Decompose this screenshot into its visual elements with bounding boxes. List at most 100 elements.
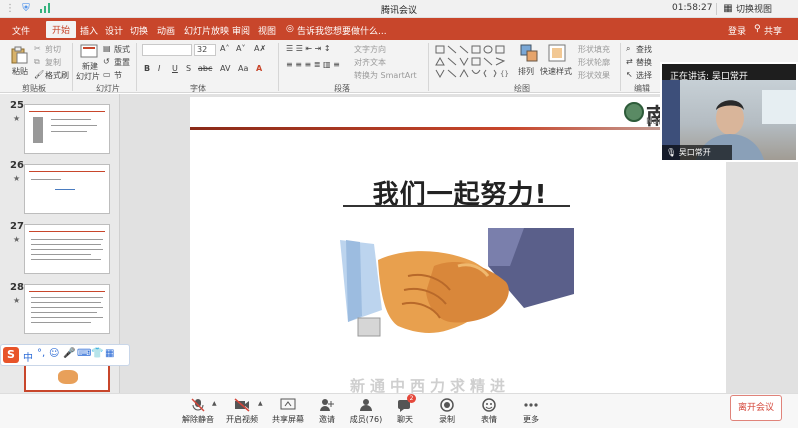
font-size-select[interactable]: 32 — [194, 44, 216, 56]
skin-icon[interactable]: 👕 — [91, 348, 103, 359]
text-direction-button[interactable]: 文字方向 — [354, 44, 386, 55]
underline-button[interactable]: U — [172, 64, 178, 73]
clear-format-icon[interactable]: A✗ — [254, 44, 266, 53]
share-screen-icon — [280, 398, 296, 412]
tab-animations[interactable]: 动画 — [157, 24, 175, 37]
emoji-icon[interactable]: ☺ — [49, 348, 59, 359]
thumb-number-26: 26 — [10, 160, 24, 171]
format-painter-button[interactable]: 格式刷 — [45, 70, 69, 81]
shadow-button[interactable]: S — [186, 64, 191, 73]
align-icons[interactable]: ≡ ≡ ≡ ≣ ▥ ≡ — [286, 60, 340, 69]
share-screen-label: 共享屏幕 — [272, 415, 304, 424]
quick-styles-icon[interactable] — [548, 44, 566, 62]
slide-thumbnail-27[interactable] — [24, 224, 110, 274]
group-label-paragraph: 段落 — [334, 84, 350, 93]
tab-design[interactable]: 设计 — [105, 24, 123, 37]
slide-thumbnail-28[interactable] — [24, 284, 110, 334]
reset-button[interactable]: 重置 — [114, 57, 130, 68]
login-link[interactable]: 登录 — [728, 24, 746, 37]
copy-button[interactable]: 复制 — [45, 57, 61, 68]
muted-mic-icon — [190, 398, 206, 412]
change-case-icon[interactable]: Aa — [238, 64, 248, 73]
paste-icon[interactable] — [10, 46, 28, 64]
new-slide-icon[interactable] — [80, 44, 98, 62]
tab-review[interactable]: 审阅 — [232, 24, 250, 37]
smartart-button[interactable]: 转换为 SmartArt — [354, 70, 417, 81]
tab-transitions[interactable]: 切换 — [130, 24, 148, 37]
copy-icon[interactable]: ⧉ — [34, 57, 40, 67]
shape-outline-button[interactable]: 形状轮廓 — [578, 57, 610, 68]
font-name-select[interactable] — [142, 44, 192, 56]
divider — [136, 43, 137, 91]
slide-thumbnail-26[interactable] — [24, 164, 110, 214]
toolbox-icon[interactable]: ▦ — [105, 348, 114, 359]
find-button[interactable]: 查找 — [636, 44, 652, 55]
video-options-caret-icon[interactable]: ▲ — [258, 400, 263, 407]
grow-font-icon[interactable]: A˄ — [220, 44, 229, 53]
section-icon[interactable]: ▭ — [103, 70, 111, 79]
shrink-font-icon[interactable]: A˅ — [236, 44, 245, 53]
shapes-gallery[interactable]: {} — [434, 44, 512, 80]
arrange-icon[interactable] — [520, 44, 538, 62]
bullets-icon[interactable]: ☰ ☰ ⇤ ⇥ ↕ — [286, 44, 331, 53]
select-button[interactable]: 选择 — [636, 70, 652, 81]
meeting-title-bar: ⋮ ⛨ 腾讯会议 01:58:27 ▦ 切换视图 — [0, 0, 798, 18]
reactions-button[interactable]: 表情 — [474, 394, 504, 425]
select-icon[interactable]: ↖ — [626, 70, 633, 79]
speaker-name: 吴口常开 — [678, 148, 711, 157]
reactions-label: 表情 — [481, 415, 497, 424]
replace-button[interactable]: 替换 — [636, 57, 652, 68]
shape-effects-button[interactable]: 形状效果 — [578, 70, 610, 81]
tab-home[interactable]: 开始 — [46, 21, 77, 38]
start-video-button[interactable]: 开启视频 — [222, 394, 262, 425]
font-color-icon[interactable]: A — [256, 64, 262, 73]
reset-icon[interactable]: ↺ — [103, 57, 110, 66]
handshake-illustration — [338, 226, 576, 350]
record-button[interactable]: 录制 — [432, 394, 462, 425]
strikethrough-button[interactable]: abc — [198, 64, 212, 73]
arrange-button[interactable]: 排列 — [518, 66, 534, 77]
char-spacing-icon[interactable]: AV — [220, 64, 230, 73]
find-icon[interactable]: ⌕ — [626, 44, 630, 54]
audio-options-caret-icon[interactable]: ▲ — [212, 400, 217, 407]
group-label-editing: 编辑 — [634, 84, 650, 93]
sogou-logo-icon[interactable]: S — [3, 347, 19, 363]
switch-view-icon[interactable]: ▦ — [722, 3, 734, 15]
switch-view-button[interactable]: 切换视图 — [736, 2, 772, 15]
more-button[interactable]: 更多 — [516, 394, 546, 425]
tab-view[interactable]: 视图 — [258, 24, 276, 37]
chat-button[interactable]: 2 聊天 — [390, 394, 420, 425]
ime-mode-zh[interactable]: 中 — [23, 349, 33, 364]
share-screen-button[interactable]: 共享屏幕 — [268, 394, 308, 425]
title-underline — [343, 205, 570, 207]
replace-icon[interactable]: ⇄ — [626, 57, 633, 66]
bold-button[interactable]: B — [144, 64, 150, 73]
invite-button[interactable]: 邀请 — [312, 394, 342, 425]
tab-insert[interactable]: 插入 — [80, 24, 98, 37]
shape-fill-button[interactable]: 形状填充 — [578, 44, 610, 55]
new-slide-button-line2[interactable]: 幻灯片 — [76, 71, 100, 82]
chat-label: 聊天 — [397, 415, 413, 424]
tab-file[interactable]: 文件 — [12, 24, 30, 37]
paste-button[interactable]: 粘贴 — [12, 66, 28, 77]
section-button[interactable]: 节 — [114, 70, 122, 81]
quick-styles-button[interactable]: 快速样式 — [540, 66, 572, 77]
layout-button[interactable]: 版式 — [114, 44, 130, 55]
format-painter-icon[interactable]: 🖌 — [34, 70, 44, 79]
leave-meeting-button[interactable]: 离开会议 — [730, 395, 782, 421]
align-text-button[interactable]: 对齐文本 — [354, 57, 386, 68]
thumb-star-icon: ★ — [13, 174, 21, 183]
cut-button[interactable]: 剪切 — [45, 44, 61, 55]
punctuation-icon[interactable]: °, — [37, 348, 45, 359]
share-button[interactable]: 共享 — [764, 24, 782, 37]
members-button[interactable]: 成员(76) — [348, 394, 384, 425]
cut-icon[interactable]: ✂ — [34, 44, 41, 53]
unmute-button[interactable]: 解除静音 — [178, 394, 218, 425]
tell-me-search[interactable]: 告诉我您想要做什么... — [297, 24, 387, 37]
tab-slideshow[interactable]: 幻灯片放映 — [184, 24, 229, 37]
voice-icon[interactable]: 🎤 — [63, 348, 75, 359]
layout-icon[interactable]: ▤ — [103, 44, 111, 53]
italic-button[interactable]: I — [158, 64, 160, 73]
keyboard-icon[interactable]: ⌨ — [77, 348, 91, 359]
slide-thumbnail-25[interactable] — [24, 104, 110, 154]
